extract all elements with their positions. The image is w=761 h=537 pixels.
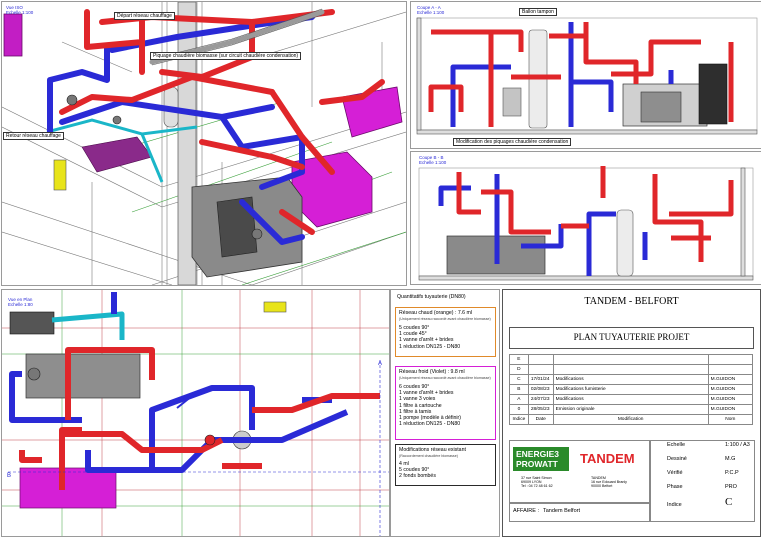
revision-row: B 02/08/23 Modifications fumisterie M.GUIDO… (509, 384, 754, 395)
legend-modif-item: 2 fonds bombés (399, 473, 436, 480)
revision-cell-nom (707, 364, 754, 375)
field-label: Phase (667, 484, 683, 490)
revision-cell-ind: A (509, 394, 529, 405)
tandem-logo: TANDEM (579, 448, 643, 470)
revision-row: A 24/07/23 Modifications M.GUIDON (509, 394, 754, 405)
revision-cell-ind: B (509, 384, 529, 395)
field-value: M.G (725, 456, 736, 462)
legend-hot-item: 1 réduction DN125 - DN80 (399, 343, 461, 350)
affaire-value: Tandem Belfort (543, 508, 580, 514)
revision-row: E (509, 354, 754, 365)
legend-hot-box: Réseau chaud (orange) : 7.6 ml (Uniqueme… (395, 307, 496, 357)
drawing-title: PLAN TUYAUTERIE PROJET (573, 332, 690, 342)
coupe-a-panel: Coupe A - A Echelle 1:100 Ballon tampon … (410, 1, 761, 149)
legend-cold-box: Réseau froid (Violet) : 9.8 ml (Uniqueme… (395, 366, 496, 440)
revision-row: 0 28/05/23 Emission originale M.GUIDON (509, 404, 754, 415)
label-piquage-chaudiere: Piquage chaudière biomasse (sur circuit … (150, 52, 302, 60)
revision-cell-date: 28/05/23 (527, 404, 554, 415)
field-value: C (725, 496, 733, 508)
revision-cell-ind: 0 (509, 404, 529, 415)
logo1-line2: PROWATT (516, 459, 558, 469)
revision-row: D (509, 364, 754, 375)
revision-cell-ind: D (509, 364, 529, 375)
legend-hot-title: Réseau chaud (orange) : 7.6 ml (399, 310, 472, 316)
revision-cell-mod: Emission originale (552, 404, 709, 415)
revision-cell-mod: Modifications (552, 394, 709, 405)
revision-cell-date (527, 364, 554, 375)
revision-header-nom: Nom (707, 414, 754, 425)
fields-area (649, 440, 755, 522)
revision-cell-date (527, 354, 554, 365)
logo2-address: TANDEM 16 rue Edouard Branly 90000 Belfo… (591, 476, 627, 489)
legend-title: Quantitatifs tuyauterie (DN80) (397, 294, 466, 300)
title-block: TANDEM - BELFORT PLAN TUYAUTERIE PROJET … (502, 289, 761, 537)
legend-hot-note: (Uniquement réseau raccordé avant chaudi… (399, 317, 491, 321)
revision-cell-nom (707, 354, 754, 365)
revision-cell-date: 17/01/24 (527, 374, 554, 385)
revision-table: E D C 17/01/24 Modifications M.GUIDON B 02/08/2… (509, 354, 754, 425)
plan-view-panel: Vue en Plan Echelle 1:80 A B (1, 289, 390, 537)
iso-view-tag: Vue ISO Echelle 1:100 (6, 5, 34, 15)
revision-row: C 17/01/24 Modifications M.GUIDON (509, 374, 754, 385)
coupe-b-drawing (418, 166, 754, 281)
section-marker-a: A (378, 361, 383, 367)
logo1-line1: ENERGIE3 (516, 449, 559, 459)
legend-modif-title: Modifications réseau existant (399, 447, 466, 453)
logo1-address: 37 rue Saint Simon 69009 LYON Tel : 04 7… (521, 476, 553, 489)
field-label: Dessiné (667, 456, 687, 462)
plan-view-drawing (2, 290, 389, 536)
field-label: Indice (667, 502, 682, 508)
revision-cell-ind: E (509, 354, 529, 365)
iso-view-drawing (2, 2, 406, 285)
revision-cell-mod: Modifications (552, 374, 709, 385)
field-label: Vérifié (667, 470, 683, 476)
logo2-text: TANDEM (580, 451, 635, 466)
legend-hot-item: 1 vanne d'arrêt + brides (399, 337, 454, 344)
revision-cell-nom: M.GUIDON (707, 374, 754, 385)
revision-cell-mod (552, 364, 709, 375)
legend-cold-item: 1 réduction DN125 - DN80 (399, 421, 461, 428)
revision-cell-ind: C (509, 374, 529, 385)
iso-view-panel: Vue ISO Echelle 1:100 Départ réseau chau… (1, 1, 407, 286)
label-retour-reseau: Retour réseau chauffage (3, 132, 64, 140)
revision-header-mod: Modification (552, 414, 709, 425)
coupe-b-panel: Coupe B - B Echelle 1:100 (410, 151, 761, 285)
revision-cell-mod: Modifications fumisterie (552, 384, 709, 395)
affaire-label: AFFAIRE : (513, 508, 539, 514)
revision-cell-nom: M.GUIDON (707, 384, 754, 395)
legend-modif-note: (Raccordement chaudière biomasse) (399, 454, 458, 458)
label-ballon-tampon: Ballon tampon (519, 8, 557, 16)
legend-cold-items: 6 coudes 90° 1 vanne d'arrêt + brides 1 … (399, 384, 461, 427)
energie3-logo: ENERGIE3 PROWATT (513, 447, 569, 471)
revision-cell-mod (552, 354, 709, 365)
legend-hot-items: 5 coudes 90° 1 coude 45° 1 vanne d'arrêt… (399, 325, 460, 350)
legend-modif-items: 4 ml 5 coudes 90° 2 fonds bombés (399, 461, 436, 480)
legend-cold-note: (Uniquement réseau raccordé avant chaudi… (399, 376, 491, 380)
revision-cell-date: 02/08/23 (527, 384, 554, 395)
field-value: 1:100 / A3 (725, 442, 750, 448)
coupe-a-tag: Coupe A - A Echelle 1:100 (417, 5, 445, 15)
revision-header-row: Indice Date Modification Nom (509, 414, 754, 425)
project-title: TANDEM - BELFORT (584, 296, 679, 307)
plan-view-tag: Vue en Plan Echelle 1:80 (8, 297, 33, 307)
field-value: P.C.P (725, 470, 739, 476)
legend-panel: Quantitatifs tuyauterie (DN80) Réseau ch… (390, 289, 500, 537)
coupe-b-tag: Coupe B - B Echelle 1:100 (419, 155, 447, 165)
field-label: Echelle (667, 442, 686, 448)
revision-header-date: Date (527, 414, 554, 425)
coupe-a-drawing (416, 17, 758, 135)
field-value: PRO (725, 484, 737, 490)
label-modification-piquages: Modification des piquages chaudière cond… (453, 138, 572, 146)
legend-modif-box: Modifications réseau existant (Raccordem… (395, 444, 496, 486)
revision-cell-nom: M.GUIDON (707, 404, 754, 415)
section-marker-b: B (7, 473, 12, 479)
revision-cell-nom: M.GUIDON (707, 394, 754, 405)
revision-header-ind: Indice (509, 414, 529, 425)
legend-cold-title: Réseau froid (Violet) : 9.8 ml (399, 369, 465, 375)
label-depart-reseau: Départ réseau chauffage (114, 12, 175, 20)
revision-cell-date: 24/07/23 (527, 394, 554, 405)
